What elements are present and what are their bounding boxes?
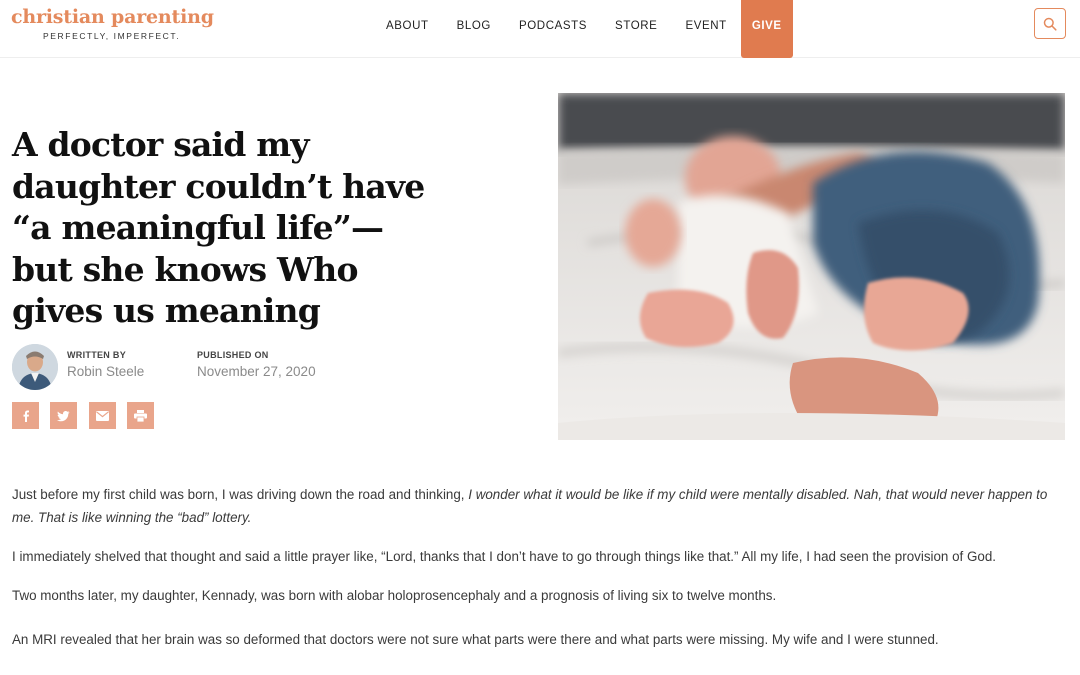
twitter-icon bbox=[57, 410, 70, 421]
logo-tagline: PERFECTLY, IMPERFECT. bbox=[43, 31, 181, 41]
article-paragraph-4: An MRI revealed that her brain was so de… bbox=[12, 632, 939, 647]
nav-event[interactable]: EVENT bbox=[685, 0, 726, 58]
logo-title: christian parenting bbox=[11, 6, 214, 28]
search-icon bbox=[1043, 17, 1057, 31]
author-avatar[interactable] bbox=[12, 344, 58, 390]
main-nav: ABOUT BLOG PODCASTS STORE EVENT GIVE bbox=[386, 0, 821, 58]
article-paragraph-3: Two months later, my daughter, Kennady, … bbox=[12, 588, 777, 603]
share-twitter-button[interactable] bbox=[50, 402, 77, 429]
author-photo bbox=[12, 344, 58, 390]
published-on-label: PUBLISHED ON bbox=[197, 350, 269, 360]
share-print-button[interactable] bbox=[127, 402, 154, 429]
hero-image bbox=[558, 93, 1065, 440]
written-by-label: WRITTEN BY bbox=[67, 350, 126, 360]
nav-podcasts[interactable]: PODCASTS bbox=[519, 0, 587, 58]
bottom-fade bbox=[0, 655, 1080, 675]
nav-about[interactable]: ABOUT bbox=[386, 0, 429, 58]
baby-feet-photo bbox=[558, 93, 1065, 440]
print-icon bbox=[134, 409, 147, 422]
share-email-button[interactable] bbox=[89, 402, 116, 429]
author-name[interactable]: Robin Steele bbox=[67, 364, 144, 379]
paragraph-1-text: Just before my first child was born, I w… bbox=[12, 487, 469, 502]
nav-give-button[interactable]: GIVE bbox=[740, 0, 793, 58]
site-header: christian parenting PERFECTLY, IMPERFECT… bbox=[0, 0, 1080, 58]
nav-store[interactable]: STORE bbox=[615, 0, 657, 58]
article-paragraph-2: I immediately shelved that thought and s… bbox=[12, 549, 997, 564]
nav-blog[interactable]: BLOG bbox=[457, 0, 491, 58]
share-facebook-button[interactable] bbox=[12, 402, 39, 429]
email-icon bbox=[96, 410, 109, 421]
facebook-icon bbox=[23, 410, 29, 422]
publish-date: November 27, 2020 bbox=[197, 364, 316, 379]
article-paragraph-1: Just before my first child was born, I w… bbox=[12, 483, 1062, 529]
article-title: A doctor said my daughter couldn’t have … bbox=[12, 125, 425, 330]
search-button[interactable] bbox=[1034, 8, 1066, 39]
site-logo[interactable]: christian parenting PERFECTLY, IMPERFECT… bbox=[11, 6, 214, 41]
